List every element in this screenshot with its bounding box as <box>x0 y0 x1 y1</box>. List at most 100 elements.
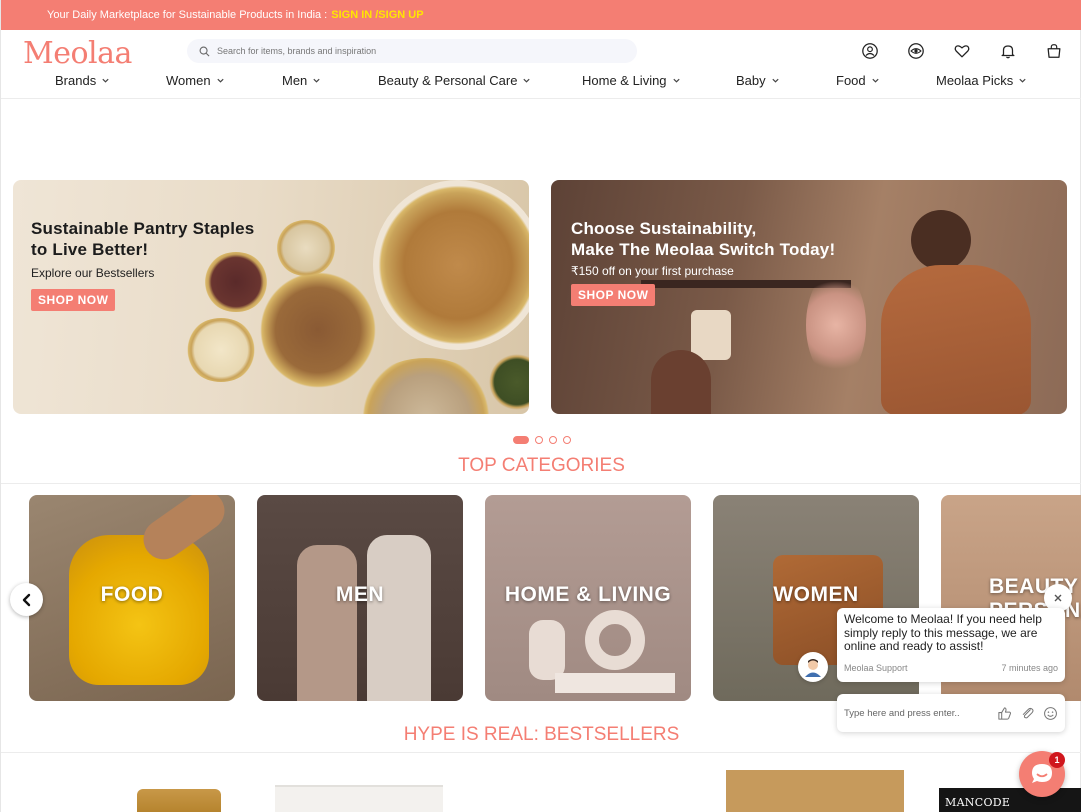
bag-icon[interactable] <box>1044 41 1064 61</box>
nav-label: Beauty & Personal Care <box>378 73 518 88</box>
banner-title: Sustainable Pantry Staples to Live Bette… <box>31 218 254 260</box>
chat-agent-name: Meolaa Support <box>844 663 908 673</box>
main-nav: Brands Women Men Beauty & Personal Care … <box>1 73 1081 95</box>
carousel-dots <box>513 436 571 444</box>
nav-baby[interactable]: Baby <box>736 73 780 88</box>
chevron-down-icon <box>313 78 320 83</box>
banner-title: Choose Sustainability, Make The Meolaa S… <box>571 218 835 260</box>
eye-icon[interactable] <box>906 41 926 61</box>
attachment-icon[interactable] <box>1020 706 1035 721</box>
category-label: MEN <box>335 583 385 606</box>
ghee-jar-image <box>69 535 209 685</box>
product-soap-image[interactable] <box>137 789 221 812</box>
chat-unread-badge: 1 <box>1049 752 1065 768</box>
search-bar[interactable] <box>187 39 637 63</box>
nuts-bowl-image <box>373 180 529 350</box>
chat-welcome-bubble: Welcome to Meolaa! If you need help simp… <box>837 608 1065 682</box>
thumbs-up-icon[interactable] <box>997 706 1012 721</box>
nuts-bowl-image <box>351 358 501 414</box>
category-card-men[interactable]: MEN <box>257 495 463 701</box>
chevron-down-icon <box>872 78 879 83</box>
books-image <box>555 673 675 693</box>
bell-icon[interactable] <box>998 41 1018 61</box>
vase-image <box>529 620 565 680</box>
nav-women[interactable]: Women <box>166 73 225 88</box>
chevron-down-icon <box>772 78 779 83</box>
nuts-bowl-image <box>185 318 257 382</box>
nav-label: Home & Living <box>582 73 667 88</box>
carousel-dot[interactable] <box>535 436 543 444</box>
category-card-food[interactable]: FOOD <box>29 495 235 701</box>
chat-timestamp: 7 minutes ago <box>1001 663 1058 673</box>
nav-brands[interactable]: Brands <box>55 73 110 88</box>
woman-figure-image <box>881 265 1031 414</box>
banner-title-line: to Live Better! <box>31 240 149 259</box>
nav-beauty-personal-care[interactable]: Beauty & Personal Care <box>378 73 531 88</box>
chat-message: Welcome to Meolaa! If you need help simp… <box>844 612 1042 653</box>
nav-label: Men <box>282 73 308 88</box>
search-input[interactable] <box>217 46 617 56</box>
nav-men[interactable]: Men <box>282 73 321 88</box>
meolaa-logo[interactable]: Meolaa <box>23 36 132 71</box>
nav-label: Food <box>836 73 866 88</box>
nav-label: Meolaa Picks <box>936 73 1014 88</box>
chevron-down-icon <box>1019 78 1026 83</box>
carousel-dot[interactable] <box>513 436 529 444</box>
close-icon <box>1054 594 1062 602</box>
category-label: HOME & LIVING <box>504 583 672 606</box>
nav-label: Women <box>166 73 211 88</box>
carousel-dot[interactable] <box>549 436 557 444</box>
promo-text: Your Daily Marketplace for Sustainable P… <box>47 9 328 21</box>
nav-home-living[interactable]: Home & Living <box>582 73 681 88</box>
heart-icon[interactable] <box>952 41 972 61</box>
shop-now-button[interactable]: SHOP NOW <box>31 289 116 311</box>
account-icon[interactable] <box>860 41 880 61</box>
shop-now-button[interactable]: SHOP NOW <box>571 284 656 306</box>
category-label: WOMEN <box>773 583 859 606</box>
chevron-down-icon <box>216 78 224 83</box>
nav-food[interactable]: Food <box>836 73 880 88</box>
nuts-bowl-image <box>275 220 337 276</box>
banner-pantry-staples[interactable]: Sustainable Pantry Staples to Live Bette… <box>13 180 529 414</box>
carousel-prev-button[interactable] <box>10 583 43 616</box>
chevron-down-icon <box>672 78 680 83</box>
product-mancode-image[interactable]: MANCODE <box>939 788 1081 812</box>
banner-title-line: Make The Meolaa Switch Today! <box>571 240 836 259</box>
divider <box>1 752 1081 753</box>
search-icon <box>199 46 210 56</box>
emoji-icon[interactable] <box>1043 706 1058 721</box>
chevron-down-icon <box>523 78 531 83</box>
flowers-image <box>806 270 866 380</box>
nuts-bowl-image <box>203 252 269 312</box>
product-container-image[interactable] <box>275 785 443 812</box>
woman-figure-image <box>911 210 971 270</box>
chat-meta: Meolaa Support 7 minutes ago <box>844 663 1058 673</box>
nuts-bowl-image <box>258 270 378 390</box>
category-card-home-living[interactable]: HOME & LIVING <box>485 495 691 701</box>
banner-meolaa-switch[interactable]: Choose Sustainability, Make The Meolaa S… <box>551 180 1067 414</box>
banner-title-line: Choose Sustainability, <box>571 219 757 238</box>
banner-subtitle: Explore our Bestsellers <box>31 266 155 280</box>
men-figure-image <box>297 545 357 701</box>
divider <box>1 483 1081 484</box>
sign-in-link[interactable]: SIGN IN /SIGN UP <box>331 9 423 21</box>
site-header: Meolaa Brands Women Men Beauty & Persona… <box>1 30 1081 99</box>
ring-vase-image <box>585 610 645 670</box>
chat-agent-avatar <box>798 652 828 682</box>
chat-input-box[interactable] <box>837 694 1065 732</box>
product-box-image[interactable] <box>726 770 904 812</box>
chevron-left-icon <box>22 593 30 606</box>
vase-image <box>691 310 731 360</box>
carousel-dot[interactable] <box>563 436 571 444</box>
nav-label: Baby <box>736 73 766 88</box>
basket-image <box>651 350 711 414</box>
men-figure-image <box>367 535 431 701</box>
category-label: FOOD <box>100 583 164 606</box>
nav-meolaa-picks[interactable]: Meolaa Picks <box>936 73 1027 88</box>
banner-title-line: Sustainable Pantry Staples <box>31 219 255 238</box>
promo-bar: Your Daily Marketplace for Sustainable P… <box>1 0 1081 30</box>
nav-label: Brands <box>55 73 97 88</box>
chevron-down-icon <box>102 78 109 83</box>
chat-input[interactable] <box>844 707 986 719</box>
banner-subtitle: ₹150 off on your first purchase <box>571 264 734 278</box>
